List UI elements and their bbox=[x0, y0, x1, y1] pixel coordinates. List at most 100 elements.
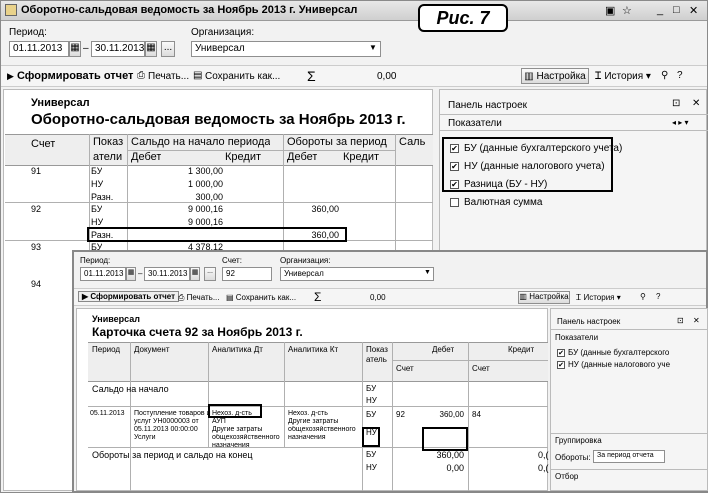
toolbar: ▶ Сформировать отчет ⎙ Печать... ▤ Сохра… bbox=[74, 288, 706, 306]
row-ind: НУ bbox=[91, 179, 104, 189]
checkbox-nu[interactable]: ✔ bbox=[557, 361, 565, 369]
date-to-calendar-button[interactable]: ▦ bbox=[190, 267, 200, 281]
help-icon[interactable]: ? bbox=[656, 292, 660, 301]
card-table: Период Документ Аналитика Дт Аналитика К… bbox=[88, 342, 549, 491]
entry-dt: Другие затраты bbox=[212, 426, 263, 433]
highlight-difference-row bbox=[87, 227, 347, 242]
opening-label: Сальдо на начало bbox=[92, 384, 169, 394]
entry-dt: АУП bbox=[212, 418, 226, 425]
account-input[interactable]: 92 bbox=[222, 267, 272, 281]
save-as-button[interactable]: ▤ Сохранить как... bbox=[226, 293, 296, 302]
chevron-down-icon[interactable]: ▼ bbox=[424, 269, 431, 276]
date-dash: – bbox=[138, 269, 143, 278]
turnover-select[interactable]: За период отчета bbox=[593, 450, 665, 463]
figure-caption: Рис. 7 bbox=[418, 4, 508, 32]
row-acc: 93 bbox=[31, 242, 42, 252]
settings-button[interactable]: ▥ Настройка bbox=[518, 291, 570, 304]
entry-kt: назначения bbox=[288, 434, 326, 441]
close-icon[interactable]: ✕ bbox=[689, 4, 698, 17]
turnover-label: Обороты: bbox=[555, 453, 591, 462]
org-select[interactable]: Универсал bbox=[280, 267, 434, 281]
entry-ind-bu: БУ bbox=[366, 410, 377, 419]
col-credit: Кредит bbox=[225, 151, 262, 163]
org-label: Организация: bbox=[191, 27, 255, 38]
opening-bu: БУ bbox=[366, 384, 377, 393]
entry-doc: Услуги bbox=[134, 434, 156, 441]
row-ind: НУ bbox=[91, 217, 104, 227]
col-indicator-2: атели bbox=[93, 151, 123, 163]
date-from-input[interactable]: 01.11.2013 bbox=[9, 41, 69, 57]
print-button[interactable]: Печать... bbox=[148, 71, 189, 82]
org-select[interactable]: Универсал bbox=[191, 41, 381, 57]
panel-close-icon[interactable]: ✕ bbox=[693, 316, 700, 325]
print-button[interactable]: ⎙ Печать... bbox=[178, 293, 220, 303]
closing-label: Обороты за период и сальдо на конец bbox=[92, 450, 253, 460]
org-label: Организация: bbox=[280, 256, 331, 265]
entry-account-kt: 84 bbox=[472, 410, 481, 419]
save-as-button[interactable]: Сохранить как... bbox=[205, 71, 280, 82]
closing-bu-value: 360,00 bbox=[436, 450, 464, 460]
calendar-icon: ▦ bbox=[127, 269, 135, 276]
col-account-2: Счет bbox=[472, 364, 490, 373]
date-to-input[interactable]: 30.11.2013 bbox=[91, 41, 145, 57]
date-dash: – bbox=[83, 43, 89, 54]
checkbox-bu[interactable]: ✔ bbox=[557, 349, 565, 357]
history-button[interactable]: Ꮖ История ▾ bbox=[595, 71, 651, 82]
row-debit: 1 000,00 bbox=[187, 179, 223, 189]
col-analytics-dt: Аналитика Дт bbox=[212, 345, 263, 354]
row-turnover-debit: 360,00 bbox=[311, 204, 339, 214]
chevron-down-icon[interactable]: ▼ bbox=[369, 43, 377, 52]
label-bu: БУ (данные бухгалтерского bbox=[568, 348, 670, 357]
label-currency: Валютная сумма bbox=[464, 197, 543, 208]
row-acc: 91 bbox=[31, 166, 42, 176]
calendar-icon: ▦ bbox=[191, 269, 199, 276]
col-document: Документ bbox=[134, 345, 170, 354]
date-to-input[interactable]: 30.11.2013 bbox=[144, 267, 190, 281]
sum-value: 0,00 bbox=[377, 71, 397, 82]
date-from-calendar-button[interactable]: ▦ bbox=[69, 41, 81, 57]
generate-report-button[interactable]: Сформировать отчет bbox=[17, 70, 133, 82]
entry-doc: 05.11.2013 00:00:00 bbox=[134, 426, 198, 433]
date-to-calendar-button[interactable]: ▦ bbox=[145, 41, 157, 57]
date-from-input[interactable]: 01.11.2013 bbox=[80, 267, 126, 281]
closing-nu-credit: 0,( bbox=[538, 463, 549, 473]
entry-kt: общехозяйственного bbox=[288, 426, 356, 433]
history-icon[interactable]: ▣ bbox=[605, 4, 615, 17]
highlight-nu-amount bbox=[422, 427, 468, 451]
closing-bu-credit: 0,( bbox=[538, 450, 549, 460]
panel-title: Панель настроек bbox=[557, 317, 621, 326]
entry-account: 92 bbox=[396, 410, 405, 419]
restore-icon[interactable]: □ bbox=[673, 4, 680, 16]
generate-report-button[interactable]: ▶ Сформировать отчет bbox=[78, 291, 180, 302]
panel-title: Панель настроек bbox=[448, 100, 528, 111]
settings-button[interactable]: ▥ Настройка bbox=[521, 68, 589, 84]
history-icon: Ꮖ bbox=[595, 71, 605, 82]
history-button[interactable]: Ꮖ История ▾ bbox=[576, 293, 621, 303]
col-indicator-2: атель bbox=[366, 355, 387, 364]
star-icon[interactable]: ☆ bbox=[622, 4, 632, 17]
period-select-button[interactable]: ... bbox=[161, 41, 175, 57]
period-label: Период: bbox=[9, 27, 47, 38]
report-window-card: Период: 01.11.2013 ▦ – 30.11.2013 ▦ ... … bbox=[72, 250, 708, 493]
report-org: Универсал bbox=[31, 97, 90, 109]
panel-pin-icon[interactable]: ⊡ bbox=[677, 316, 684, 325]
closing-nu-value: 0,00 bbox=[446, 463, 464, 473]
date-from-calendar-button[interactable]: ▦ bbox=[126, 267, 136, 281]
period-select-button[interactable]: ... bbox=[204, 267, 216, 281]
entry-date: 05.11.2013 bbox=[90, 410, 125, 417]
row-debit: 9 000,16 bbox=[187, 217, 223, 227]
panel-close-icon[interactable]: ✕ bbox=[692, 98, 700, 109]
minimize-icon[interactable]: _ bbox=[657, 4, 663, 16]
settings-icon: ▥ bbox=[524, 71, 537, 82]
window-title: Оборотно-сальдовая ведомость за Ноябрь 2… bbox=[21, 4, 358, 16]
pin-icon[interactable]: ⚲ bbox=[661, 70, 668, 81]
checkbox-currency[interactable] bbox=[450, 198, 459, 207]
pin-icon[interactable]: ⚲ bbox=[640, 292, 646, 301]
panel-pin-icon[interactable]: ⊡ bbox=[672, 98, 680, 109]
help-icon[interactable]: ? bbox=[677, 70, 683, 81]
calendar-icon: ▦ bbox=[146, 42, 156, 53]
col-period: Период bbox=[92, 345, 121, 354]
panel-nav[interactable]: ◂ ▸ ▾ bbox=[672, 118, 689, 127]
panel-section-indicators: Показатели bbox=[448, 118, 502, 129]
toolbar: ▶ Сформировать отчет ⎙ Печать... ▤ Сохра… bbox=[1, 65, 707, 87]
